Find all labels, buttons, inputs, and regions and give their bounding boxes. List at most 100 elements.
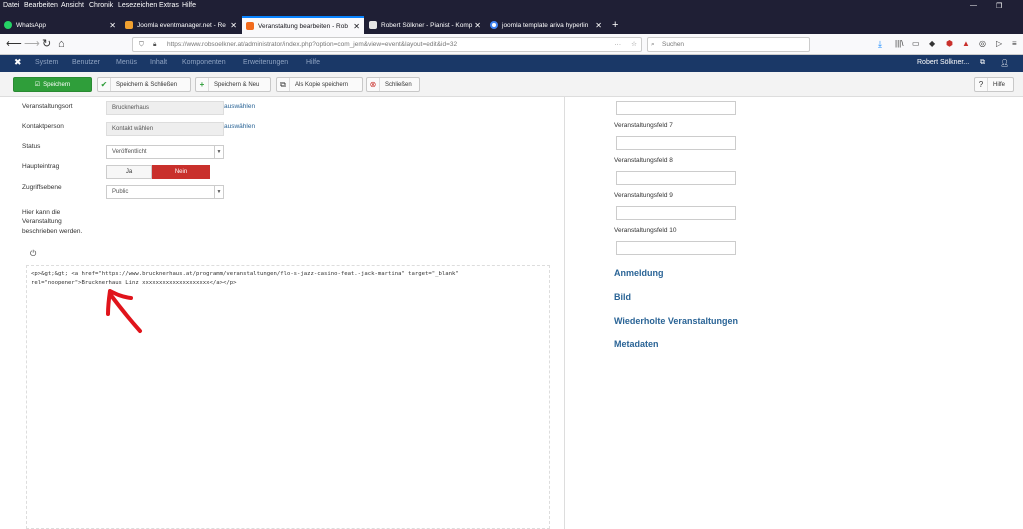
menu-erweiterungen[interactable]: Erweiterungen (243, 59, 288, 66)
user-menu[interactable]: Robert Sölkner... (917, 59, 969, 66)
section-anmeldung[interactable]: Anmeldung (614, 268, 664, 278)
close-tab-icon[interactable]: ✕ (353, 22, 360, 31)
contact-field[interactable]: Kontakt wählen (106, 122, 224, 136)
search-placeholder: Suchen (662, 41, 685, 48)
status-select[interactable]: Veröffentlicht ▼ (106, 145, 224, 159)
navigation-bar: ⟵ ⟶ ↻ ⌂ ⛉ 🔒︎ https://www.robsoelkner.at/… (0, 34, 1023, 55)
save-close-label: Speichern & Schließen (116, 81, 178, 88)
save-new-label: Speichern & Neu (214, 81, 260, 88)
reload-icon[interactable]: ↻ (42, 38, 51, 50)
power-icon[interactable]: ⏻ (30, 249, 36, 259)
search-bar[interactable]: ⌕ Suchen (647, 37, 810, 52)
user-icon[interactable]: 👤︎ (1000, 59, 1009, 67)
section-bild[interactable]: Bild (614, 292, 631, 302)
featured-yes-button[interactable]: Ja (106, 165, 152, 179)
extension-icon[interactable]: ◎ (979, 38, 986, 50)
maximize-icon[interactable]: ❐ (996, 2, 1002, 10)
chevron-down-icon: ▼ (214, 146, 223, 158)
close-button[interactable]: ⊗ Schließen (366, 77, 420, 92)
event-field-8-input[interactable] (616, 171, 736, 185)
menu-komponenten[interactable]: Komponenten (182, 59, 226, 66)
event-field-9-label: Veranstaltungsfeld 9 (614, 192, 673, 199)
download-icon[interactable]: ⤓ (878, 38, 882, 50)
lock-icon: 🔒︎ (153, 41, 157, 48)
section-wiederholte-veranstaltungen[interactable]: Wiederholte Veranstaltungen (614, 316, 738, 326)
tab-title: Joomla eventmanager.net - Re (137, 21, 226, 29)
external-link-icon[interactable]: ⧉ (980, 59, 985, 67)
play-icon[interactable]: ▷ (996, 38, 1002, 50)
menu-hilfe[interactable]: Hilfe (182, 2, 196, 9)
chevron-down-icon: ▼ (214, 186, 223, 198)
menu-bearbeiten[interactable]: Bearbeiten (24, 2, 58, 9)
menu-icon[interactable]: ≡ (1012, 38, 1017, 50)
menu-menues[interactable]: Menüs (116, 59, 137, 66)
menu-lesezeichen[interactable]: Lesezeichen (118, 2, 157, 9)
section-metadaten[interactable]: Metadaten (614, 339, 659, 349)
browser-menubar: Datei Bearbeiten Ansicht Chronik Lesezei… (0, 0, 1023, 15)
menu-extras[interactable]: Extras (159, 2, 179, 9)
plus-icon: + (196, 78, 209, 91)
close-tab-icon[interactable]: ✕ (230, 21, 237, 30)
event-field-9-input[interactable] (616, 206, 736, 220)
venue-field[interactable]: Brucknerhaus (106, 101, 224, 115)
code-line: <p>&gt;&gt; <a href="https://www.bruckne… (31, 271, 459, 277)
cancel-icon: ⊗ (367, 78, 380, 91)
new-tab-icon[interactable]: + (608, 16, 622, 34)
venue-label: Veranstaltungsort (22, 103, 73, 110)
forward-icon[interactable]: ⟶ (24, 38, 40, 50)
help-icon: ? (975, 78, 988, 91)
shield-icon: ⛉ (139, 41, 144, 48)
access-value: Public (112, 189, 129, 195)
toolbar: ☑ Speichern ✔ Speichern & Schließen + Sp… (0, 72, 1023, 97)
save-button[interactable]: ☑ Speichern (13, 77, 92, 92)
save-close-button[interactable]: ✔ Speichern & Schließen (97, 77, 191, 92)
bookmark-star-icon[interactable]: ☆ (631, 38, 637, 51)
event-field-10-input[interactable] (616, 241, 736, 255)
menu-datei[interactable]: Datei (3, 2, 19, 9)
event-field-7-input[interactable] (616, 136, 736, 150)
help-button[interactable]: ? Hilfe (974, 77, 1014, 92)
event-field-8-label: Veranstaltungsfeld 8 (614, 157, 673, 164)
tab-title: Veranstaltung bearbeiten - Rob (258, 22, 348, 30)
featured-no-button[interactable]: Nein (152, 165, 210, 179)
menu-inhalt[interactable]: Inhalt (150, 59, 167, 66)
save-new-button[interactable]: + Speichern & Neu (195, 77, 271, 92)
url-bar[interactable]: ⛉ 🔒︎ https://www.robsoelkner.at/administ… (132, 37, 642, 52)
menu-hilfe-joomla[interactable]: Hilfe (306, 59, 320, 66)
back-icon[interactable]: ⟵ (6, 38, 22, 50)
check-icon: ✔ (98, 78, 111, 91)
column-divider (564, 97, 565, 529)
joomla-logo-icon[interactable]: ✖ (14, 57, 22, 68)
menu-benutzer[interactable]: Benutzer (72, 59, 100, 66)
menu-ansicht[interactable]: Ansicht (61, 2, 84, 9)
search-icon: ⌕ (651, 41, 655, 48)
home-icon[interactable]: ⌂ (58, 38, 65, 50)
venue-select-link[interactable]: auswählen (224, 103, 255, 110)
tab-joomla-eventmanager[interactable]: Joomla eventmanager.net - Re ✕ (121, 16, 241, 34)
library-icon[interactable]: |||\ (895, 38, 903, 50)
tab-title: WhatsApp (16, 21, 46, 29)
sidebar-icon[interactable]: ▭ (912, 38, 920, 50)
close-tab-icon[interactable]: ✕ (109, 21, 116, 30)
page-actions-icon[interactable]: ··· (615, 38, 622, 51)
minimize-icon[interactable]: — (970, 2, 977, 9)
save-copy-button[interactable]: ⧉ Als Kopie speichern (276, 77, 363, 92)
tab-google-search[interactable]: joomla template ariva hyperlin ✕ (486, 16, 606, 34)
menu-chronik[interactable]: Chronik (89, 2, 113, 9)
contact-select-link[interactable]: auswählen (224, 123, 255, 130)
tab-robert-soelkner[interactable]: Robert Sölkner - Pianist - Komp ✕ (365, 16, 485, 34)
joomla-icon (246, 22, 254, 30)
adblock-icon[interactable]: ⬢ (946, 38, 953, 50)
status-label: Status (22, 143, 41, 150)
event-field-6-input[interactable] (616, 101, 736, 115)
access-select[interactable]: Public ▼ (106, 185, 224, 199)
tab-veranstaltung-bearbeiten[interactable]: Veranstaltung bearbeiten - Rob ✕ (242, 16, 364, 34)
pdf-icon[interactable]: ▲ (962, 38, 970, 50)
close-tab-icon[interactable]: ✕ (474, 21, 481, 30)
copy-icon: ⧉ (277, 78, 290, 91)
close-tab-icon[interactable]: ✕ (595, 21, 602, 30)
tab-whatsapp[interactable]: WhatsApp ✕ (0, 16, 120, 34)
menu-system[interactable]: System (35, 59, 58, 66)
extension-icon[interactable]: ◆ (929, 38, 935, 50)
url-text: https://www.robsoelkner.at/administrator… (167, 41, 458, 48)
